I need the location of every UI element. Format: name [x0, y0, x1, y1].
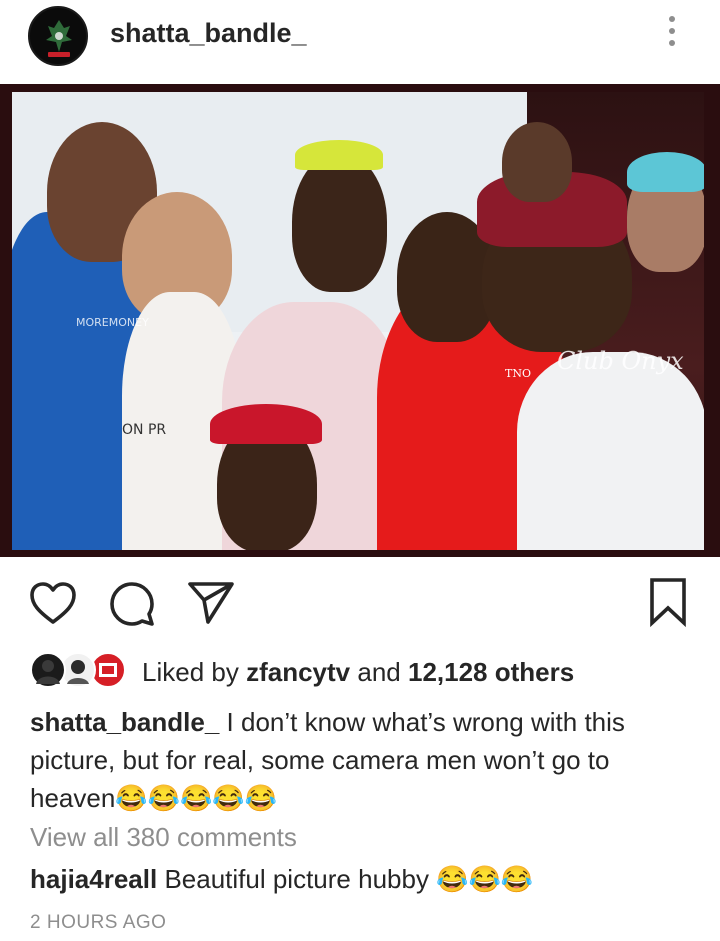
more-options-button[interactable]: [660, 16, 684, 56]
photo-watermark: MOREMONEY: [76, 316, 149, 329]
likes-prefix: Liked by: [142, 657, 239, 687]
bookmark-icon[interactable]: [648, 576, 688, 628]
photo-person: [517, 352, 704, 550]
photo-watermark: TNO: [505, 367, 531, 380]
post-username[interactable]: shatta_bandle_: [110, 18, 307, 49]
liker-username[interactable]: zfancytv: [246, 657, 350, 687]
comment-icon[interactable]: [108, 580, 156, 628]
heart-icon[interactable]: [28, 580, 78, 626]
photo-watermark: Club Onyx: [557, 347, 684, 375]
more-dot: [669, 28, 675, 34]
likes-others[interactable]: 12,128 others: [408, 657, 574, 687]
view-all-comments-link[interactable]: View all 380 comments: [30, 822, 297, 853]
avatar-tag: [48, 52, 70, 57]
comment-username[interactable]: hajia4reall: [30, 864, 157, 894]
photo-person: [295, 140, 383, 170]
post-image-frame: MOREMONEY TNO Club Onyx ON PR: [0, 84, 720, 557]
send-icon[interactable]: [186, 580, 236, 626]
photo-person: [210, 404, 322, 444]
likes-and: and: [357, 657, 401, 687]
person-icon: [36, 660, 60, 684]
photo-watermark: ON PR: [122, 422, 167, 438]
likes-summary[interactable]: Liked by zfancytv and 12,128 others: [142, 657, 574, 688]
comment-item: hajia4reall Beautiful picture hubby 😂😂😂: [30, 864, 533, 895]
person-icon: [67, 660, 89, 684]
avatar-logo-icon: [46, 20, 72, 52]
action-bar: [0, 570, 720, 630]
more-dot: [669, 40, 675, 46]
post-timestamp: 2 HOURS AGO: [30, 912, 167, 933]
profile-avatar[interactable]: [28, 6, 88, 66]
more-vertical-icon: [669, 16, 675, 22]
comment-text: Beautiful picture hubby 😂😂😂: [164, 864, 534, 894]
post-caption: shatta_bandle_ I don’t know what’s wrong…: [30, 703, 670, 817]
caption-username[interactable]: shatta_bandle_: [30, 707, 219, 737]
post-image[interactable]: MOREMONEY TNO Club Onyx ON PR: [12, 92, 704, 550]
photo-person: [292, 152, 387, 292]
logo-icon: [99, 663, 117, 677]
likes-row: Liked by zfancytv and 12,128 others: [30, 652, 690, 692]
liker-avatar[interactable]: [30, 652, 66, 688]
photo-person: [502, 122, 572, 202]
photo-person: [627, 152, 704, 192]
post-header: shatta_bandle_: [0, 0, 720, 84]
